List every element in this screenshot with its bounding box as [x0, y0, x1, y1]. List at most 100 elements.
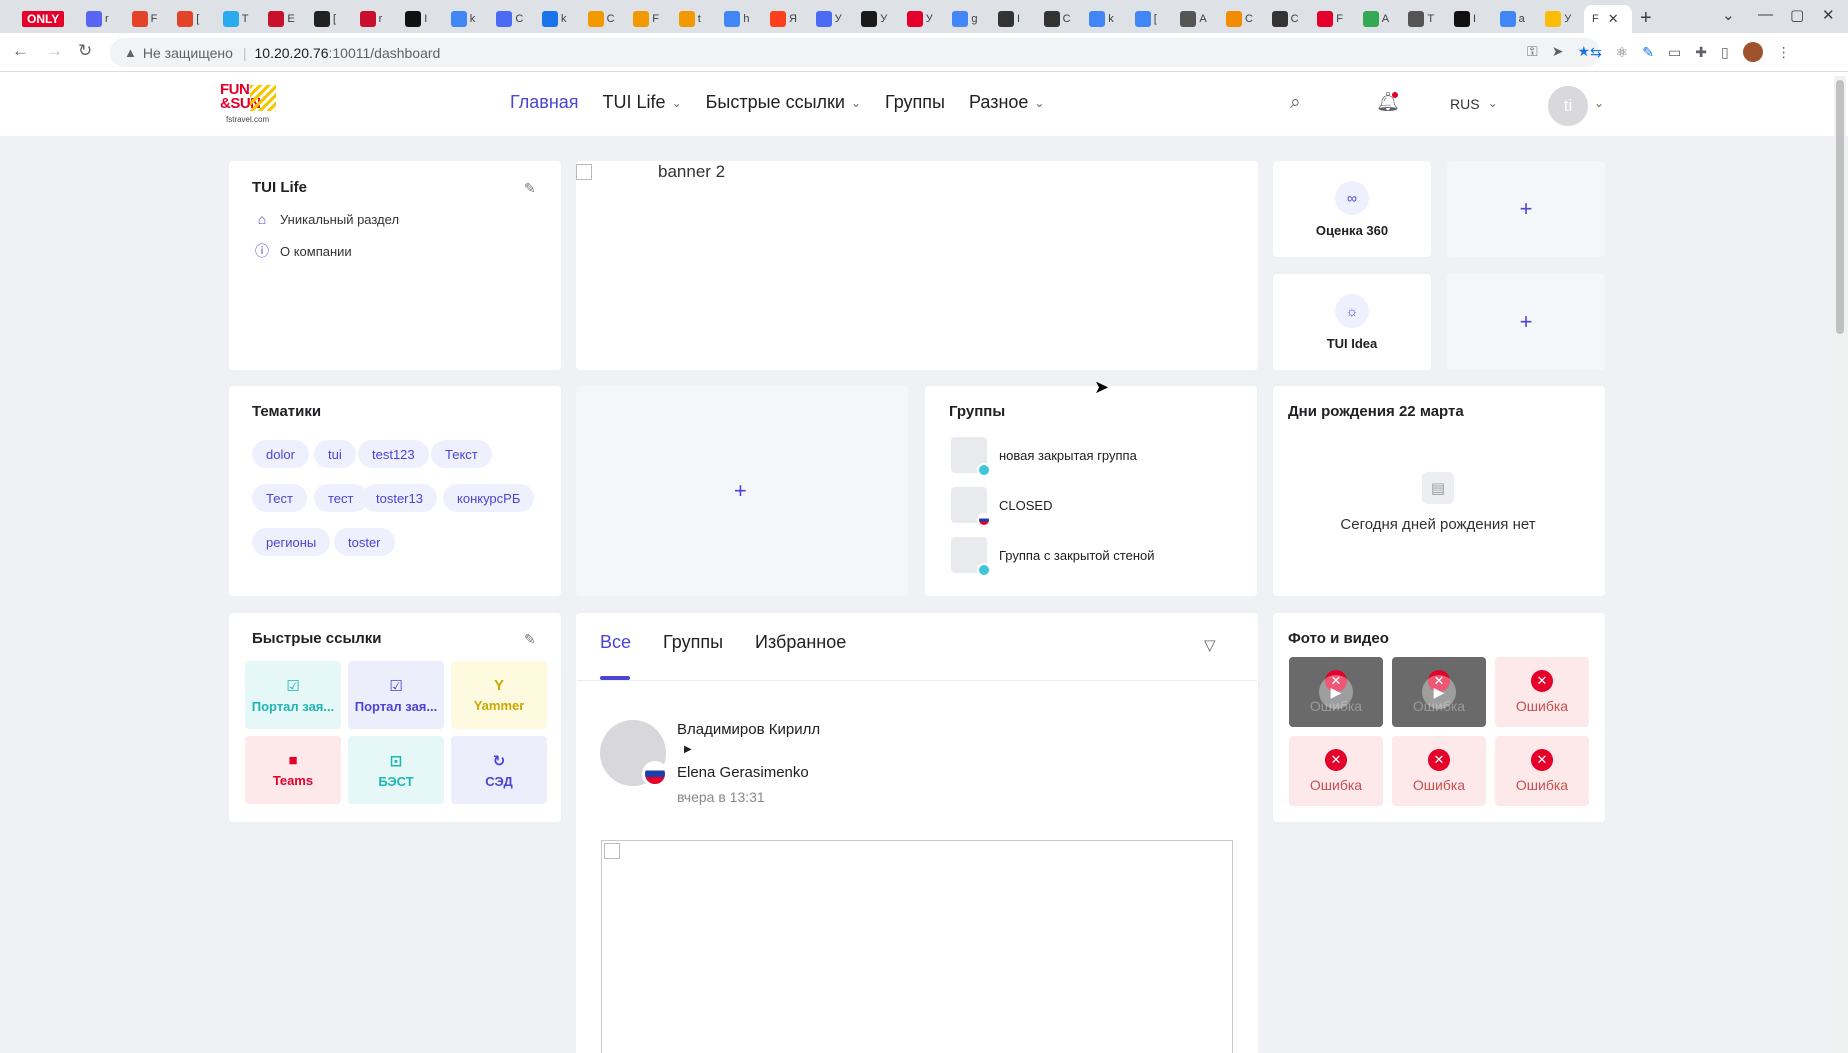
nav-item[interactable]: Главная [510, 92, 579, 113]
plus-icon[interactable]: + [734, 478, 747, 504]
browser-tab[interactable]: k [445, 5, 475, 33]
play-icon[interactable]: ▶ [1319, 675, 1353, 709]
feed-tab[interactable]: Все [600, 632, 631, 653]
browser-tab[interactable]: F [627, 5, 659, 33]
post-author-name[interactable]: Владимиров Кирилл [677, 721, 820, 738]
nav-item[interactable]: Быстрые ссылки ⌄ [706, 92, 861, 113]
bookmark-star-icon[interactable]: ★ [1577, 43, 1590, 60]
browser-tab[interactable]: I [1448, 5, 1476, 33]
edit-pencil-icon[interactable]: ✎ [524, 180, 536, 197]
browser-tab[interactable]: [ [308, 5, 336, 33]
active-tab[interactable]: F ✕ [1584, 5, 1632, 33]
browser-tab[interactable]: C [1266, 5, 1299, 33]
group-item[interactable]: CLOSED [951, 487, 1052, 527]
quick-link[interactable]: ⊡ БЭСТ [348, 736, 444, 804]
tui-life-item-unique[interactable]: ⌂ Уникальный раздел [254, 211, 399, 227]
close-tab-icon[interactable]: ✕ [1608, 11, 1619, 27]
quick-link[interactable]: Y Yammer [451, 661, 547, 729]
play-icon[interactable]: ▶ [1422, 675, 1456, 709]
browser-tab[interactable]: C [1220, 5, 1253, 33]
feed-tab[interactable]: Группы [663, 632, 723, 653]
profile-avatar[interactable] [1742, 42, 1763, 62]
topic-tag[interactable]: toster [334, 528, 395, 556]
post-target-name[interactable]: Elena Gerasimenko [677, 764, 809, 781]
nav-item[interactable]: Группы [885, 92, 945, 113]
media-error-tile[interactable]: ✕ Ошибка [1495, 736, 1589, 806]
translate-extension-icon[interactable]: ⇆ [1590, 44, 1602, 61]
user-menu-chevron-icon[interactable]: ⌄ [1594, 96, 1604, 110]
language-selector[interactable]: RUS ⌄ [1450, 96, 1498, 112]
screen-extension-icon[interactable]: ▭ [1668, 44, 1681, 61]
maximize-button[interactable]: ▢ [1790, 6, 1804, 24]
funsun-logo[interactable]: FUN &SUN fstravel.com [220, 82, 284, 127]
banner-card[interactable] [576, 161, 1258, 370]
extensions-puzzle-icon[interactable]: ✚ [1695, 44, 1707, 61]
browser-tab[interactable]: a [1494, 5, 1525, 33]
group-item[interactable]: новая закрытая группа [951, 437, 1137, 477]
reload-icon[interactable]: ↻ [78, 41, 92, 61]
media-error-tile[interactable]: ✕ Ошибка [1495, 657, 1589, 727]
browser-menu-icon[interactable]: ⋮ [1777, 44, 1791, 61]
media-error-tile[interactable]: ✕ Ошибка [1289, 736, 1383, 806]
browser-tab[interactable]: C [1038, 5, 1071, 33]
browser-tab[interactable]: Я [764, 5, 797, 33]
tile-tui-idea[interactable]: ☼ TUI Idea [1273, 274, 1431, 370]
browser-tab[interactable]: I [399, 5, 427, 33]
user-avatar[interactable]: ti [1548, 86, 1588, 126]
topic-tag[interactable]: тест [314, 484, 368, 512]
feed-tab[interactable]: Избранное [755, 632, 846, 653]
nav-item[interactable]: TUI Life ⌄ [603, 92, 682, 113]
media-error-tile[interactable]: ✕ Ошибка [1392, 736, 1486, 806]
topic-tag[interactable]: tui [314, 440, 356, 468]
video-thumbnail[interactable]: ✕ Ошибка ▶ [1289, 657, 1383, 727]
browser-tab[interactable]: У [855, 5, 887, 33]
browser-tab[interactable]: t [673, 5, 701, 33]
browser-tab[interactable]: F [126, 5, 157, 33]
browser-tab[interactable]: ONLY [16, 5, 65, 33]
pen-extension-icon[interactable]: ✎ [1642, 44, 1654, 61]
post-image[interactable] [601, 840, 1233, 1053]
browser-tab[interactable]: k [1083, 5, 1114, 33]
browser-tab[interactable]: r [354, 5, 382, 33]
quick-link[interactable]: ↻ СЭД [451, 736, 547, 804]
topic-tag[interactable]: регионы [252, 528, 331, 556]
topic-tag[interactable]: конкурсРБ [443, 484, 535, 512]
topic-tag[interactable]: Текст [431, 440, 492, 468]
react-extension-icon[interactable]: ⚛ [1616, 44, 1629, 61]
browser-tab[interactable]: [ [1129, 5, 1157, 33]
browser-tab[interactable]: У [1539, 5, 1571, 33]
browser-tab[interactable]: У [810, 5, 842, 33]
browser-tab[interactable]: E [262, 5, 295, 33]
edit-pencil-icon[interactable]: ✎ [524, 631, 536, 648]
add-tile-button[interactable]: + [1447, 161, 1605, 257]
close-window-button[interactable]: ✕ [1822, 6, 1835, 24]
browser-tab[interactable]: У [901, 5, 933, 33]
group-item[interactable]: Группа с закрытой стеной [951, 537, 1155, 577]
browser-tab[interactable]: C [490, 5, 523, 33]
filter-icon[interactable]: ▽ [1204, 636, 1216, 654]
video-thumbnail[interactable]: ✕ Ошибка ▶ [1392, 657, 1486, 727]
send-icon[interactable]: ➤ [1552, 43, 1564, 60]
minimize-button[interactable]: — [1758, 6, 1773, 23]
back-icon[interactable]: ← [12, 41, 29, 61]
search-icon[interactable]: ⌕ [1290, 92, 1301, 114]
tui-life-item-about[interactable]: ⓘ О компании [254, 241, 352, 261]
quick-link[interactable]: ☑ Портал зая... [245, 661, 341, 729]
scrollbar-thumb[interactable] [1836, 80, 1844, 334]
browser-tab[interactable]: r [80, 5, 109, 33]
browser-tab[interactable]: A [1174, 5, 1207, 33]
quick-link[interactable]: ■ Teams [245, 736, 341, 804]
browser-tab[interactable]: k [536, 5, 567, 33]
tile-ocenka-360[interactable]: ∞ Оценка 360 [1273, 161, 1431, 257]
key-icon[interactable]: ⚿ [1527, 43, 1538, 60]
forward-icon[interactable]: → [46, 41, 63, 61]
browser-tab[interactable]: T [1402, 5, 1434, 33]
tab-search-icon[interactable]: ⌄ [1722, 6, 1735, 24]
topic-tag[interactable]: toster13 [362, 484, 437, 512]
browser-tab[interactable]: C [582, 5, 615, 33]
browser-tab[interactable]: I [992, 5, 1020, 33]
sidepanel-icon[interactable]: ▯ [1721, 44, 1729, 61]
browser-tab[interactable]: T [217, 5, 249, 33]
nav-item[interactable]: Разное ⌄ [969, 92, 1045, 113]
add-tile-button[interactable]: + [1447, 274, 1605, 370]
